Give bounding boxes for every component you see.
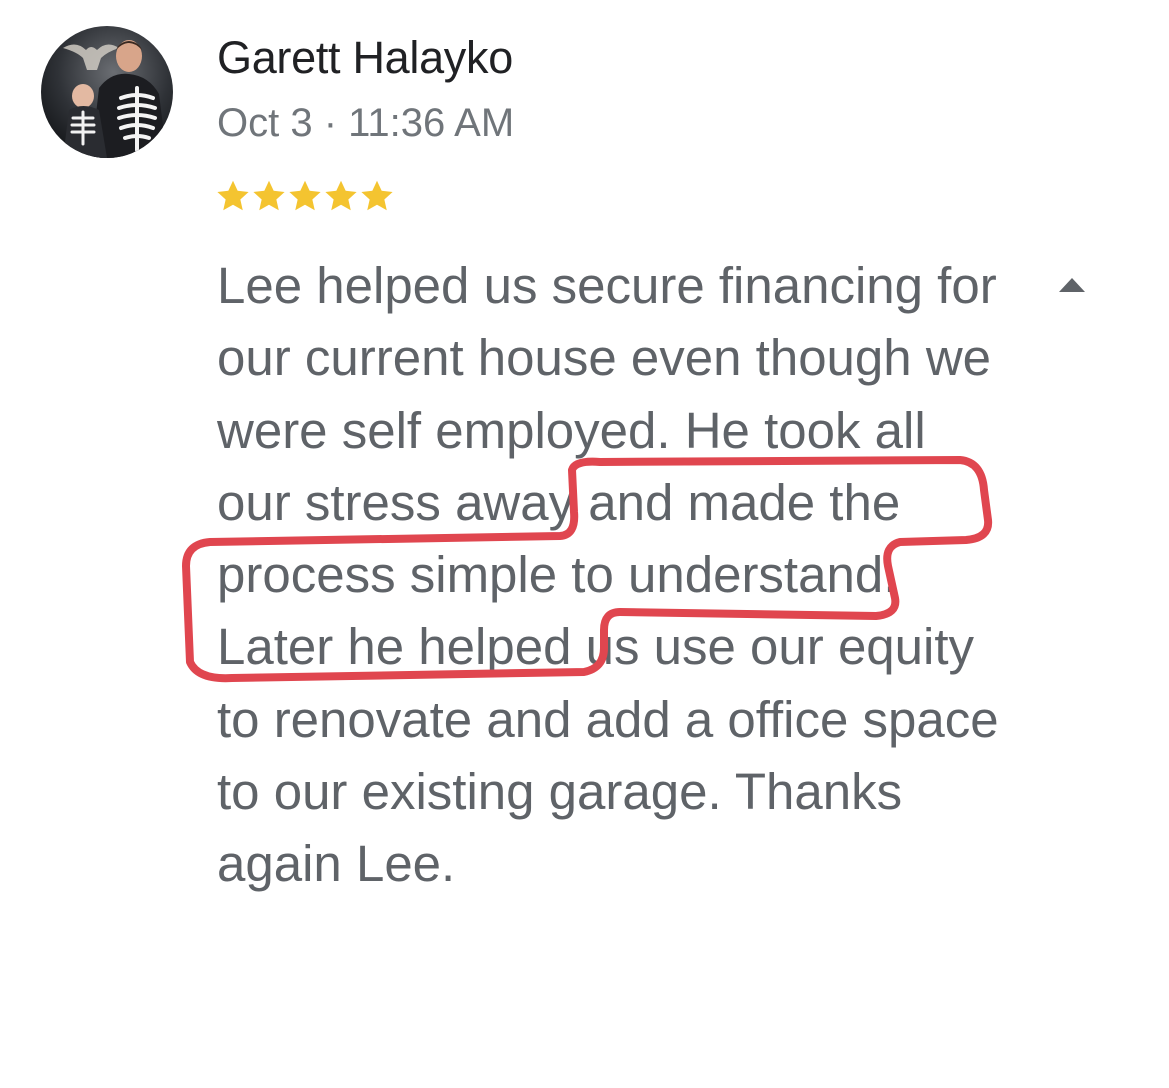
star-icon (359, 174, 395, 218)
star-icon (215, 174, 251, 218)
avatar-photo (41, 26, 173, 158)
star-rating (215, 174, 395, 218)
review-text: Lee helped us secure financing for our c… (217, 257, 999, 893)
star-icon (251, 174, 287, 218)
review-card: Garett Halayko Oct 3 · 11:36 AM Lee help… (0, 0, 1169, 1088)
avatar[interactable] (41, 26, 173, 158)
collapse-review-button[interactable] (1052, 270, 1092, 300)
review-date-time: Oct 3 · 11:36 AM (217, 101, 515, 145)
star-icon (287, 174, 323, 218)
author-name[interactable]: Garett Halayko (217, 30, 513, 86)
triangle-up-icon (1059, 278, 1085, 292)
star-icon (323, 174, 359, 218)
